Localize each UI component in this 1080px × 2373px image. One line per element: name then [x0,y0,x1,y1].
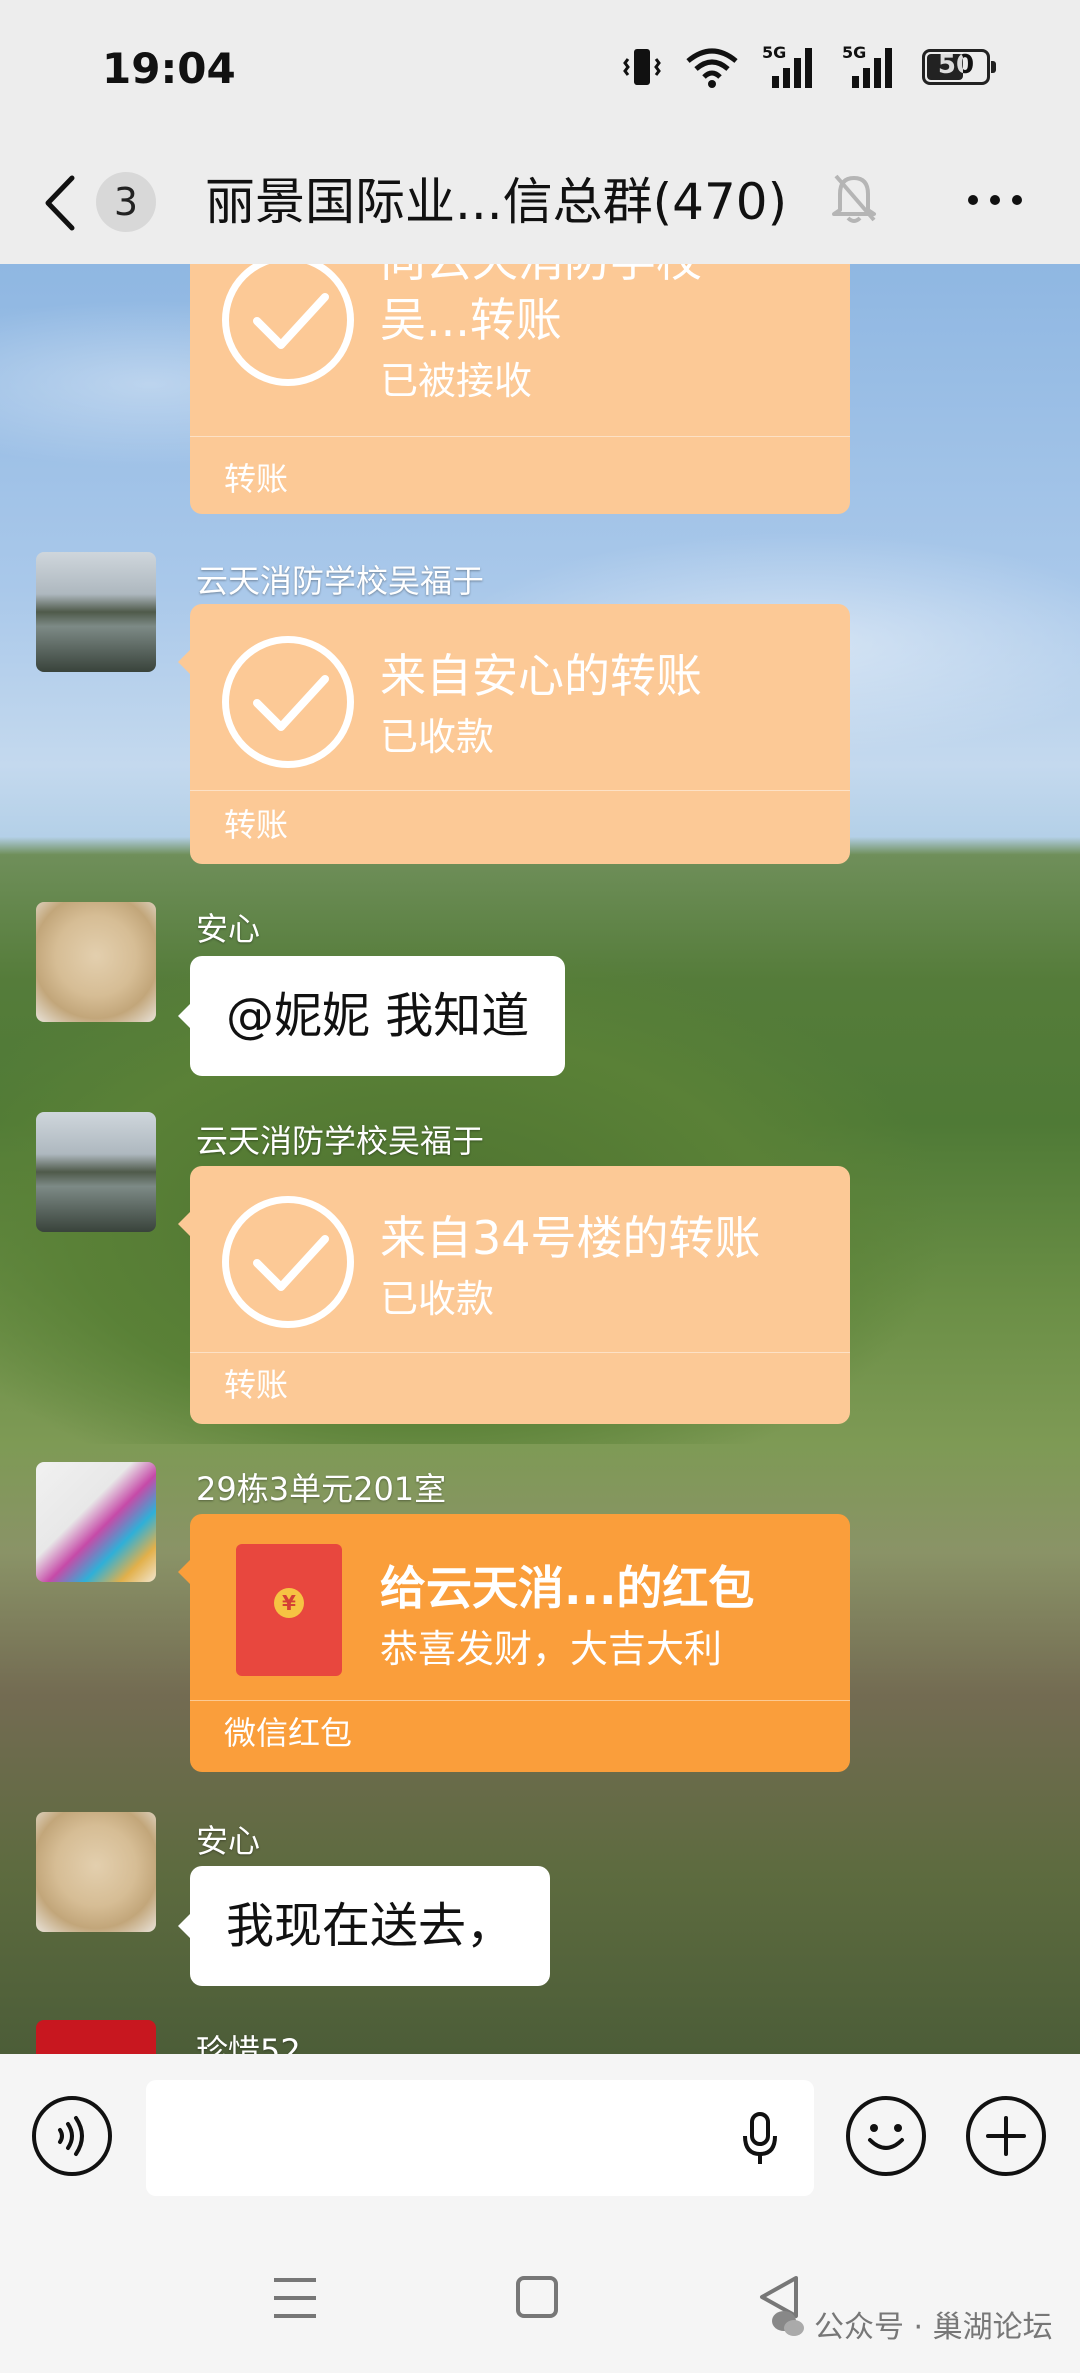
more-actions-button[interactable] [966,2096,1046,2176]
unread-badge: 3 [96,172,156,232]
transfer-footer: 转账 [224,806,289,844]
transfer-title: 来自34号楼的转账 [380,1211,761,1265]
transfer-card[interactable]: 向云天消防学校 吴...转账 已被接收 转账 [190,264,850,514]
status-icons: 5G 5G 50 [622,44,996,90]
message-text: 我现在送去， [226,1898,515,1954]
text-message[interactable]: 我现在送去， [178,1866,551,1986]
status-bar: 19:04 5G 5G 50 [0,0,1080,140]
text-message[interactable]: @妮妮 我知道 [178,956,566,1076]
mic-icon[interactable] [740,2110,780,2170]
red-packet-subtitle: 恭喜发财，大吉大利 [380,1627,723,1671]
status-time: 19:04 [102,44,236,93]
sender-name: 云天消防学校吴福于 [196,562,485,600]
transfer-status: 已收款 [380,715,495,759]
red-packet-card[interactable]: ¥ 给云天消...的红包 恭喜发财，大吉大利 微信红包 [178,1514,850,1772]
battery-level: 50 [937,50,975,80]
wifi-icon [686,48,738,88]
red-packet-title: 给云天消...的红包 [380,1561,755,1615]
chat-header: 3 丽景国际业...信总群(470) [0,140,1080,264]
transfer-footer: 转账 [224,460,289,498]
transfer-footer: 转账 [224,1366,289,1404]
message-input[interactable] [146,2080,814,2196]
red-packet-footer: 微信红包 [224,1714,353,1752]
system-nav-bar: 公众号 · 巢湖论坛 [0,2224,1080,2373]
check-icon [222,636,354,768]
input-bar [0,2054,1080,2224]
avatar[interactable] [36,1462,156,1582]
home-icon[interactable] [516,2276,558,2318]
sender-name: 29栋3单元201室 [196,1470,447,1508]
avatar[interactable] [36,902,156,1022]
avatar[interactable] [36,2020,156,2054]
voice-icon [58,2116,84,2156]
signal-5g-label: 5G [842,44,866,62]
message-text: @妮妮 我知道 [226,988,530,1044]
plus-icon [986,2116,1026,2156]
chat-title[interactable]: 丽景国际业...信总群(470) [205,162,787,234]
vibrate-icon [623,49,661,85]
sender-name: 安心 [196,910,261,948]
back-chevron-icon [45,175,75,231]
battery-icon: 50 [922,49,996,85]
voice-button[interactable] [32,2096,112,2176]
watermark: 公众号 · 巢湖论坛 [770,2302,1053,2346]
signal-5g-icon: 5G [762,44,812,88]
sender-name: 安心 [196,1822,261,1860]
transfer-title: 吴...转账 [380,293,562,347]
sender-name: 珍惜52 [196,2032,301,2054]
recent-apps-icon[interactable] [272,2276,318,2320]
avatar[interactable] [36,1812,156,1932]
watermark-text: 公众号 · 巢湖论坛 [814,2310,1053,2345]
transfer-card[interactable]: 来自安心的转账 已收款 转账 [178,604,850,864]
signal-5g-icon: 5G [842,44,892,88]
emoji-button[interactable] [846,2096,926,2176]
transfer-status: 已被接收 [380,359,533,403]
signal-5g-label: 5G [762,44,786,62]
mute-bell-icon [832,174,876,223]
wechat-logo-icon [772,2311,804,2336]
red-envelope-icon: ¥ [236,1544,342,1676]
transfer-title: 来自安心的转账 [380,649,702,703]
sender-name: 云天消防学校吴福于 [196,1122,485,1160]
chat-messages[interactable]: 向云天消防学校 吴...转账 已被接收 转账 云天消防学校吴福于 来自安心的转账… [0,264,1080,2054]
check-icon [222,1196,354,1328]
avatar[interactable] [36,1112,156,1232]
back-button[interactable] [40,168,100,238]
more-dots-icon[interactable] [965,190,1025,210]
check-icon [222,264,354,386]
avatar[interactable] [36,552,156,672]
transfer-card[interactable]: 来自34号楼的转账 已收款 转账 [178,1166,850,1424]
transfer-status: 已收款 [380,1277,495,1321]
emoji-icon [868,2124,904,2150]
coin-icon: ¥ [274,1588,304,1618]
